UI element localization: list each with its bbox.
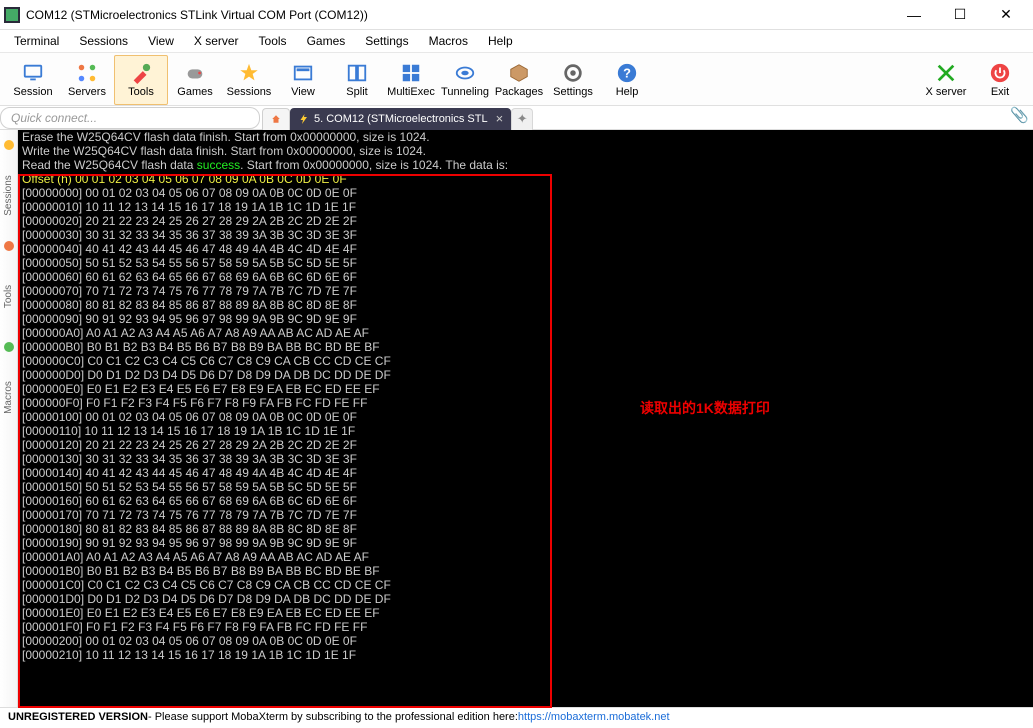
x-icon xyxy=(935,62,957,84)
tools-icon xyxy=(130,62,152,84)
quickbar: Quick connect... 5. COM12 (STMicroelectr… xyxy=(0,106,1033,130)
tb-tools[interactable]: Tools xyxy=(114,55,168,105)
menu-settings[interactable]: Settings xyxy=(357,32,416,50)
split-icon xyxy=(346,62,368,84)
tb-help[interactable]: ?Help xyxy=(600,55,654,105)
statusbar: UNREGISTERED VERSION - Please support Mo… xyxy=(0,707,1033,725)
star-icon xyxy=(238,62,260,84)
tb-view[interactable]: View xyxy=(276,55,330,105)
home-tab[interactable] xyxy=(262,108,290,130)
paperclip-icon[interactable]: 📎 xyxy=(1010,106,1029,124)
servers-icon xyxy=(76,62,98,84)
view-icon xyxy=(292,62,314,84)
minimize-button[interactable]: — xyxy=(891,1,937,29)
menu-xserver[interactable]: X server xyxy=(186,32,247,50)
side-tab-tools[interactable]: Tools xyxy=(3,285,14,308)
tool-dot-icon xyxy=(4,241,14,251)
grid-icon xyxy=(400,62,422,84)
menu-tools[interactable]: Tools xyxy=(251,32,295,50)
macro-dot-icon xyxy=(4,342,14,352)
status-link[interactable]: https://mobaxterm.mobatek.net xyxy=(518,711,670,723)
menu-games[interactable]: Games xyxy=(299,32,354,50)
tb-xserver[interactable]: X server xyxy=(919,55,973,105)
tb-split[interactable]: Split xyxy=(330,55,384,105)
tb-exit[interactable]: Exit xyxy=(973,55,1027,105)
status-text: - Please support MobaXterm by subscribin… xyxy=(148,711,518,723)
star-dot-icon xyxy=(4,140,14,150)
toolbar: Session Servers Tools Games Sessions Vie… xyxy=(0,52,1033,106)
screen-icon xyxy=(22,62,44,84)
help-icon: ? xyxy=(616,62,638,84)
menu-terminal[interactable]: Terminal xyxy=(6,32,67,50)
box-icon xyxy=(508,62,530,84)
tb-tunneling[interactable]: Tunneling xyxy=(438,55,492,105)
app-icon xyxy=(4,7,20,23)
menubar: Terminal Sessions View X server Tools Ga… xyxy=(0,30,1033,52)
tb-settings[interactable]: Settings xyxy=(546,55,600,105)
side-tab-sessions[interactable]: Sessions xyxy=(3,175,14,216)
window-title: COM12 (STMicroelectronics STLink Virtual… xyxy=(26,8,891,22)
gamepad-icon xyxy=(184,62,206,84)
tunnel-icon xyxy=(454,62,476,84)
close-button[interactable]: ✕ xyxy=(983,1,1029,29)
maximize-button[interactable]: ☐ xyxy=(937,1,983,29)
tb-session[interactable]: Session xyxy=(6,55,60,105)
tb-sessions[interactable]: Sessions xyxy=(222,55,276,105)
menu-view[interactable]: View xyxy=(140,32,182,50)
tb-multiexec[interactable]: MultiExec xyxy=(384,55,438,105)
tb-games[interactable]: Games xyxy=(168,55,222,105)
tb-servers[interactable]: Servers xyxy=(60,55,114,105)
power-icon xyxy=(989,62,1011,84)
side-panel: Sessions Tools Macros xyxy=(0,130,18,707)
annotation-label: 读取出的1K数据打印 xyxy=(640,398,770,418)
tb-packages[interactable]: Packages xyxy=(492,55,546,105)
close-tab-icon[interactable]: × xyxy=(496,111,504,126)
new-tab-button[interactable]: ✦ xyxy=(511,108,533,130)
gear-icon xyxy=(562,62,584,84)
session-tab[interactable]: 5. COM12 (STMicroelectronics STL × xyxy=(290,108,511,130)
menu-macros[interactable]: Macros xyxy=(421,32,476,50)
titlebar: COM12 (STMicroelectronics STLink Virtual… xyxy=(0,0,1033,30)
home-icon xyxy=(271,112,281,126)
menu-sessions[interactable]: Sessions xyxy=(71,32,136,50)
lightning-icon xyxy=(298,113,310,125)
svg-text:?: ? xyxy=(623,66,631,81)
menu-help[interactable]: Help xyxy=(480,32,521,50)
terminal-output[interactable]: Erase the W25Q64CV flash data finish. St… xyxy=(18,130,1033,707)
quick-connect-input[interactable]: Quick connect... xyxy=(0,107,260,129)
status-bold: UNREGISTERED VERSION xyxy=(8,711,148,723)
side-tab-macros[interactable]: Macros xyxy=(3,381,14,414)
